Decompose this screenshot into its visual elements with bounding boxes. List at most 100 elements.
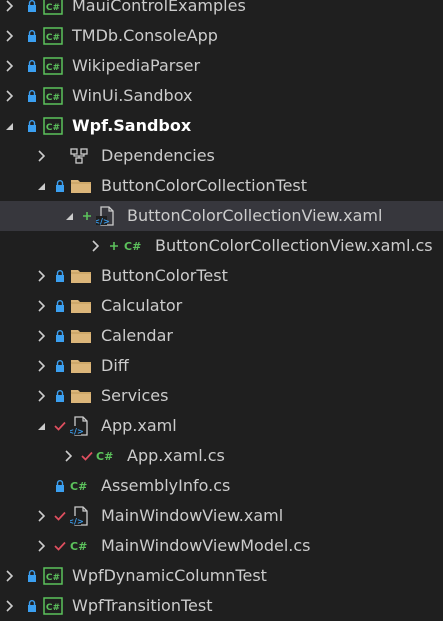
tree-item-buttoncolorcollectiontest[interactable]: ButtonColorCollectionTest — [0, 171, 443, 201]
chevron-down-icon[interactable] — [4, 111, 14, 141]
check-icon — [54, 411, 66, 441]
lock-icon — [54, 321, 66, 351]
svg-text:</>: </> — [96, 217, 110, 226]
csharp-project-icon: C# — [42, 591, 64, 621]
tree-item-buttoncolortest[interactable]: ButtonColorTest — [0, 261, 443, 291]
solution-explorer-tree: C# MauiControlExamples C# TMDb.ConsoleAp… — [0, 0, 443, 621]
xaml-file-icon: </> — [69, 411, 91, 441]
svg-text:C#: C# — [46, 93, 60, 103]
tree-item-label: ButtonColorCollectionTest — [101, 176, 308, 195]
tree-item-mainwindowviewmodel-cs[interactable]: C# MainWindowViewModel.cs — [0, 531, 443, 561]
tree-item-label: TMDb.ConsoleApp — [72, 26, 218, 45]
svg-text:C#: C# — [46, 123, 60, 133]
lock-icon — [26, 591, 38, 621]
svg-text:C#: C# — [46, 63, 60, 73]
chevron-right-icon[interactable] — [4, 0, 14, 21]
chevron-down-icon[interactable] — [64, 201, 74, 231]
lock-icon — [54, 381, 66, 411]
tree-item-buttoncolorcollectionview-xaml-cs[interactable]: C# ButtonColorCollectionView.xaml.cs — [0, 231, 443, 261]
svg-text:C#: C# — [46, 573, 60, 583]
chevron-right-icon[interactable] — [4, 51, 14, 81]
svg-text:</>: </> — [70, 517, 84, 526]
chevron-right-icon[interactable] — [36, 351, 46, 381]
svg-text:C#: C# — [46, 3, 60, 13]
tree-item-wikipediaparser[interactable]: C# WikipediaParser — [0, 51, 443, 81]
tree-item-label: WinUi.Sandbox — [72, 86, 193, 105]
lock-icon — [26, 21, 38, 51]
chevron-right-icon[interactable] — [90, 231, 100, 261]
tree-item-label: WikipediaParser — [72, 56, 201, 75]
svg-text:C#: C# — [46, 603, 60, 613]
tree-item-label: Calculator — [101, 296, 183, 315]
chevron-right-icon[interactable] — [4, 591, 14, 621]
tree-item-label: WpfTransitionTest — [72, 596, 213, 615]
csharp-file-icon: C# — [124, 231, 146, 261]
tree-item-label: MainWindowViewModel.cs — [101, 536, 311, 555]
tree-item-wpfdynamiccolumntest[interactable]: C# WpfDynamicColumnTest — [0, 561, 443, 591]
csharp-file-icon: C# — [70, 531, 92, 561]
tree-item-diff[interactable]: Diff — [0, 351, 443, 381]
tree-item-label: MainWindowView.xaml — [101, 506, 284, 525]
folder-icon — [70, 351, 92, 381]
csharp-project-icon: C# — [42, 111, 64, 141]
tree-item-wpf-sandbox[interactable]: C# Wpf.Sandbox — [0, 111, 443, 141]
lock-icon — [54, 171, 66, 201]
csharp-project-icon: C# — [42, 561, 64, 591]
svg-text:C#: C# — [46, 33, 60, 43]
chevron-right-icon[interactable] — [36, 501, 46, 531]
lock-icon — [26, 0, 38, 21]
chevron-right-icon[interactable] — [4, 81, 14, 111]
csharp-project-icon: C# — [42, 81, 64, 111]
folder-icon — [70, 261, 92, 291]
chevron-right-icon[interactable] — [36, 531, 46, 561]
svg-text:C#: C# — [70, 480, 87, 493]
chevron-right-icon[interactable] — [36, 321, 46, 351]
check-icon — [54, 501, 66, 531]
svg-text:C#: C# — [70, 540, 87, 553]
tree-item-winui-sandbox[interactable]: C# WinUi.Sandbox — [0, 81, 443, 111]
tree-item-calculator[interactable]: Calculator — [0, 291, 443, 321]
csharp-file-icon: C# — [96, 441, 118, 471]
chevron-down-icon[interactable] — [36, 171, 46, 201]
plus-icon — [81, 201, 93, 231]
plus-icon — [108, 231, 120, 261]
tree-item-app-xaml[interactable]: </> App.xaml — [0, 411, 443, 441]
lock-icon — [26, 111, 38, 141]
csharp-project-icon: C# — [42, 0, 64, 21]
tree-item-mainwindowview-xaml[interactable]: </> MainWindowView.xaml — [0, 501, 443, 531]
lock-icon — [54, 351, 66, 381]
tree-item-label: Dependencies — [101, 146, 215, 165]
check-icon — [81, 441, 93, 471]
tree-item-calendar[interactable]: Calendar — [0, 321, 443, 351]
chevron-right-icon[interactable] — [4, 21, 14, 51]
lock-icon — [54, 471, 66, 501]
chevron-right-icon[interactable] — [4, 561, 14, 591]
chevron-down-icon[interactable] — [36, 411, 46, 441]
tree-item-wpftransitiontest[interactable]: C# WpfTransitionTest — [0, 591, 443, 621]
tree-item-app-xaml-cs[interactable]: C# App.xaml.cs — [0, 441, 443, 471]
tree-item-mauicontrolexamples[interactable]: C# MauiControlExamples — [0, 0, 443, 21]
svg-text:C#: C# — [96, 450, 113, 463]
chevron-right-icon[interactable] — [36, 381, 46, 411]
tree-item-assemblyinfo-cs[interactable]: C# AssemblyInfo.cs — [0, 471, 443, 501]
chevron-right-icon[interactable] — [36, 291, 46, 321]
tree-item-label: Diff — [101, 356, 129, 375]
chevron-right-icon[interactable] — [63, 441, 73, 471]
check-icon — [54, 531, 66, 561]
tree-item-buttoncolorcollectionview-xaml[interactable]: </> ButtonColorCollectionView.xaml — [0, 201, 443, 231]
folder-icon — [70, 321, 92, 351]
tree-item-tmdb-consoleapp[interactable]: C# TMDb.ConsoleApp — [0, 21, 443, 51]
svg-text:</>: </> — [70, 427, 84, 436]
lock-icon — [26, 51, 38, 81]
tree-item-services[interactable]: Services — [0, 381, 443, 411]
chevron-right-icon[interactable] — [36, 261, 46, 291]
tree-item-label: App.xaml — [101, 416, 177, 435]
xaml-file-icon: </> — [69, 501, 91, 531]
lock-icon — [26, 561, 38, 591]
csharp-project-icon: C# — [42, 51, 64, 81]
folder-icon — [70, 291, 92, 321]
chevron-right-icon[interactable] — [36, 141, 46, 171]
tree-item-dependencies[interactable]: Dependencies — [0, 141, 443, 171]
tree-item-label: App.xaml.cs — [127, 446, 225, 465]
csharp-file-icon: C# — [70, 471, 92, 501]
